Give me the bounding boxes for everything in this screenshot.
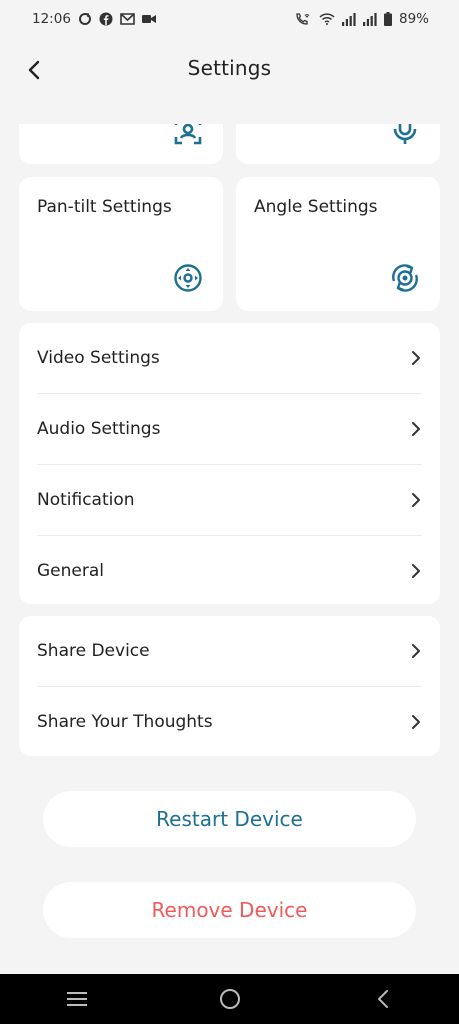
restart-device-label: Restart Device <box>156 807 303 831</box>
row-audio-settings[interactable]: Audio Settings <box>37 393 422 464</box>
settings-scroll-area[interactable]: Pan-tilt Settings Angle Settings Video S… <box>0 124 459 974</box>
battery-percent: 89% <box>398 11 429 27</box>
detection-icon <box>174 124 202 145</box>
angle-rotate-icon <box>392 264 418 292</box>
home-button[interactable] <box>200 979 260 1019</box>
row-share-device[interactable]: Share Device <box>37 616 422 686</box>
row-notification[interactable]: Notification <box>37 464 422 535</box>
tile-angle-settings[interactable]: Angle Settings <box>236 177 440 311</box>
row-share-your-thoughts[interactable]: Share Your Thoughts <box>37 686 422 757</box>
gmail-icon <box>120 13 135 25</box>
status-time: 12:06 <box>32 11 71 27</box>
wifi-icon <box>319 13 335 25</box>
back-icon <box>377 990 388 1008</box>
chevron-right-icon <box>412 564 420 578</box>
row-label: Video Settings <box>37 348 160 368</box>
settings-list: Video Settings Audio Settings Notificati… <box>19 323 440 604</box>
page-title: Settings <box>187 56 272 80</box>
row-label: Notification <box>37 490 135 510</box>
signal-icon <box>362 12 377 26</box>
battery-icon <box>383 12 392 26</box>
remove-device-button[interactable]: Remove Device <box>43 882 416 938</box>
signal-icon <box>341 12 356 26</box>
restart-device-button[interactable]: Restart Device <box>43 791 416 847</box>
row-general[interactable]: General <box>37 535 422 606</box>
system-back-button[interactable] <box>353 979 413 1019</box>
tile-pan-tilt-settings[interactable]: Pan-tilt Settings <box>19 177 223 311</box>
tile-angle-label: Angle Settings <box>254 197 378 217</box>
remove-device-label: Remove Device <box>151 898 308 922</box>
status-left: 12:06 <box>32 11 156 27</box>
chevron-right-icon <box>412 715 420 729</box>
video-icon <box>141 13 156 25</box>
home-icon <box>219 989 240 1009</box>
wifi-call-icon <box>294 12 312 26</box>
system-nav-bar <box>0 974 459 1024</box>
tile-pan-tilt-label: Pan-tilt Settings <box>37 197 172 217</box>
header: Settings <box>0 44 459 96</box>
chevron-right-icon <box>412 422 420 436</box>
row-label: Share Your Thoughts <box>37 712 213 732</box>
share-list: Share Device Share Your Thoughts <box>19 616 440 756</box>
pan-tilt-icon <box>174 264 202 292</box>
recent-apps-button[interactable] <box>47 979 107 1019</box>
tile-microphone[interactable] <box>236 124 440 164</box>
sync-icon <box>78 12 92 26</box>
chevron-right-icon <box>412 644 420 658</box>
row-label: Share Device <box>37 641 150 661</box>
status-bar: 12:06 89% <box>0 0 459 38</box>
microphone-icon <box>393 124 417 144</box>
row-video-settings[interactable]: Video Settings <box>37 323 422 393</box>
chevron-right-icon <box>412 493 420 507</box>
chevron-right-icon <box>412 351 420 365</box>
status-right: 89% <box>294 11 429 27</box>
row-label: Audio Settings <box>37 419 161 439</box>
tile-detection[interactable] <box>19 124 223 164</box>
recent-apps-icon <box>66 992 87 1006</box>
row-label: General <box>37 561 104 581</box>
facebook-icon <box>99 12 113 26</box>
